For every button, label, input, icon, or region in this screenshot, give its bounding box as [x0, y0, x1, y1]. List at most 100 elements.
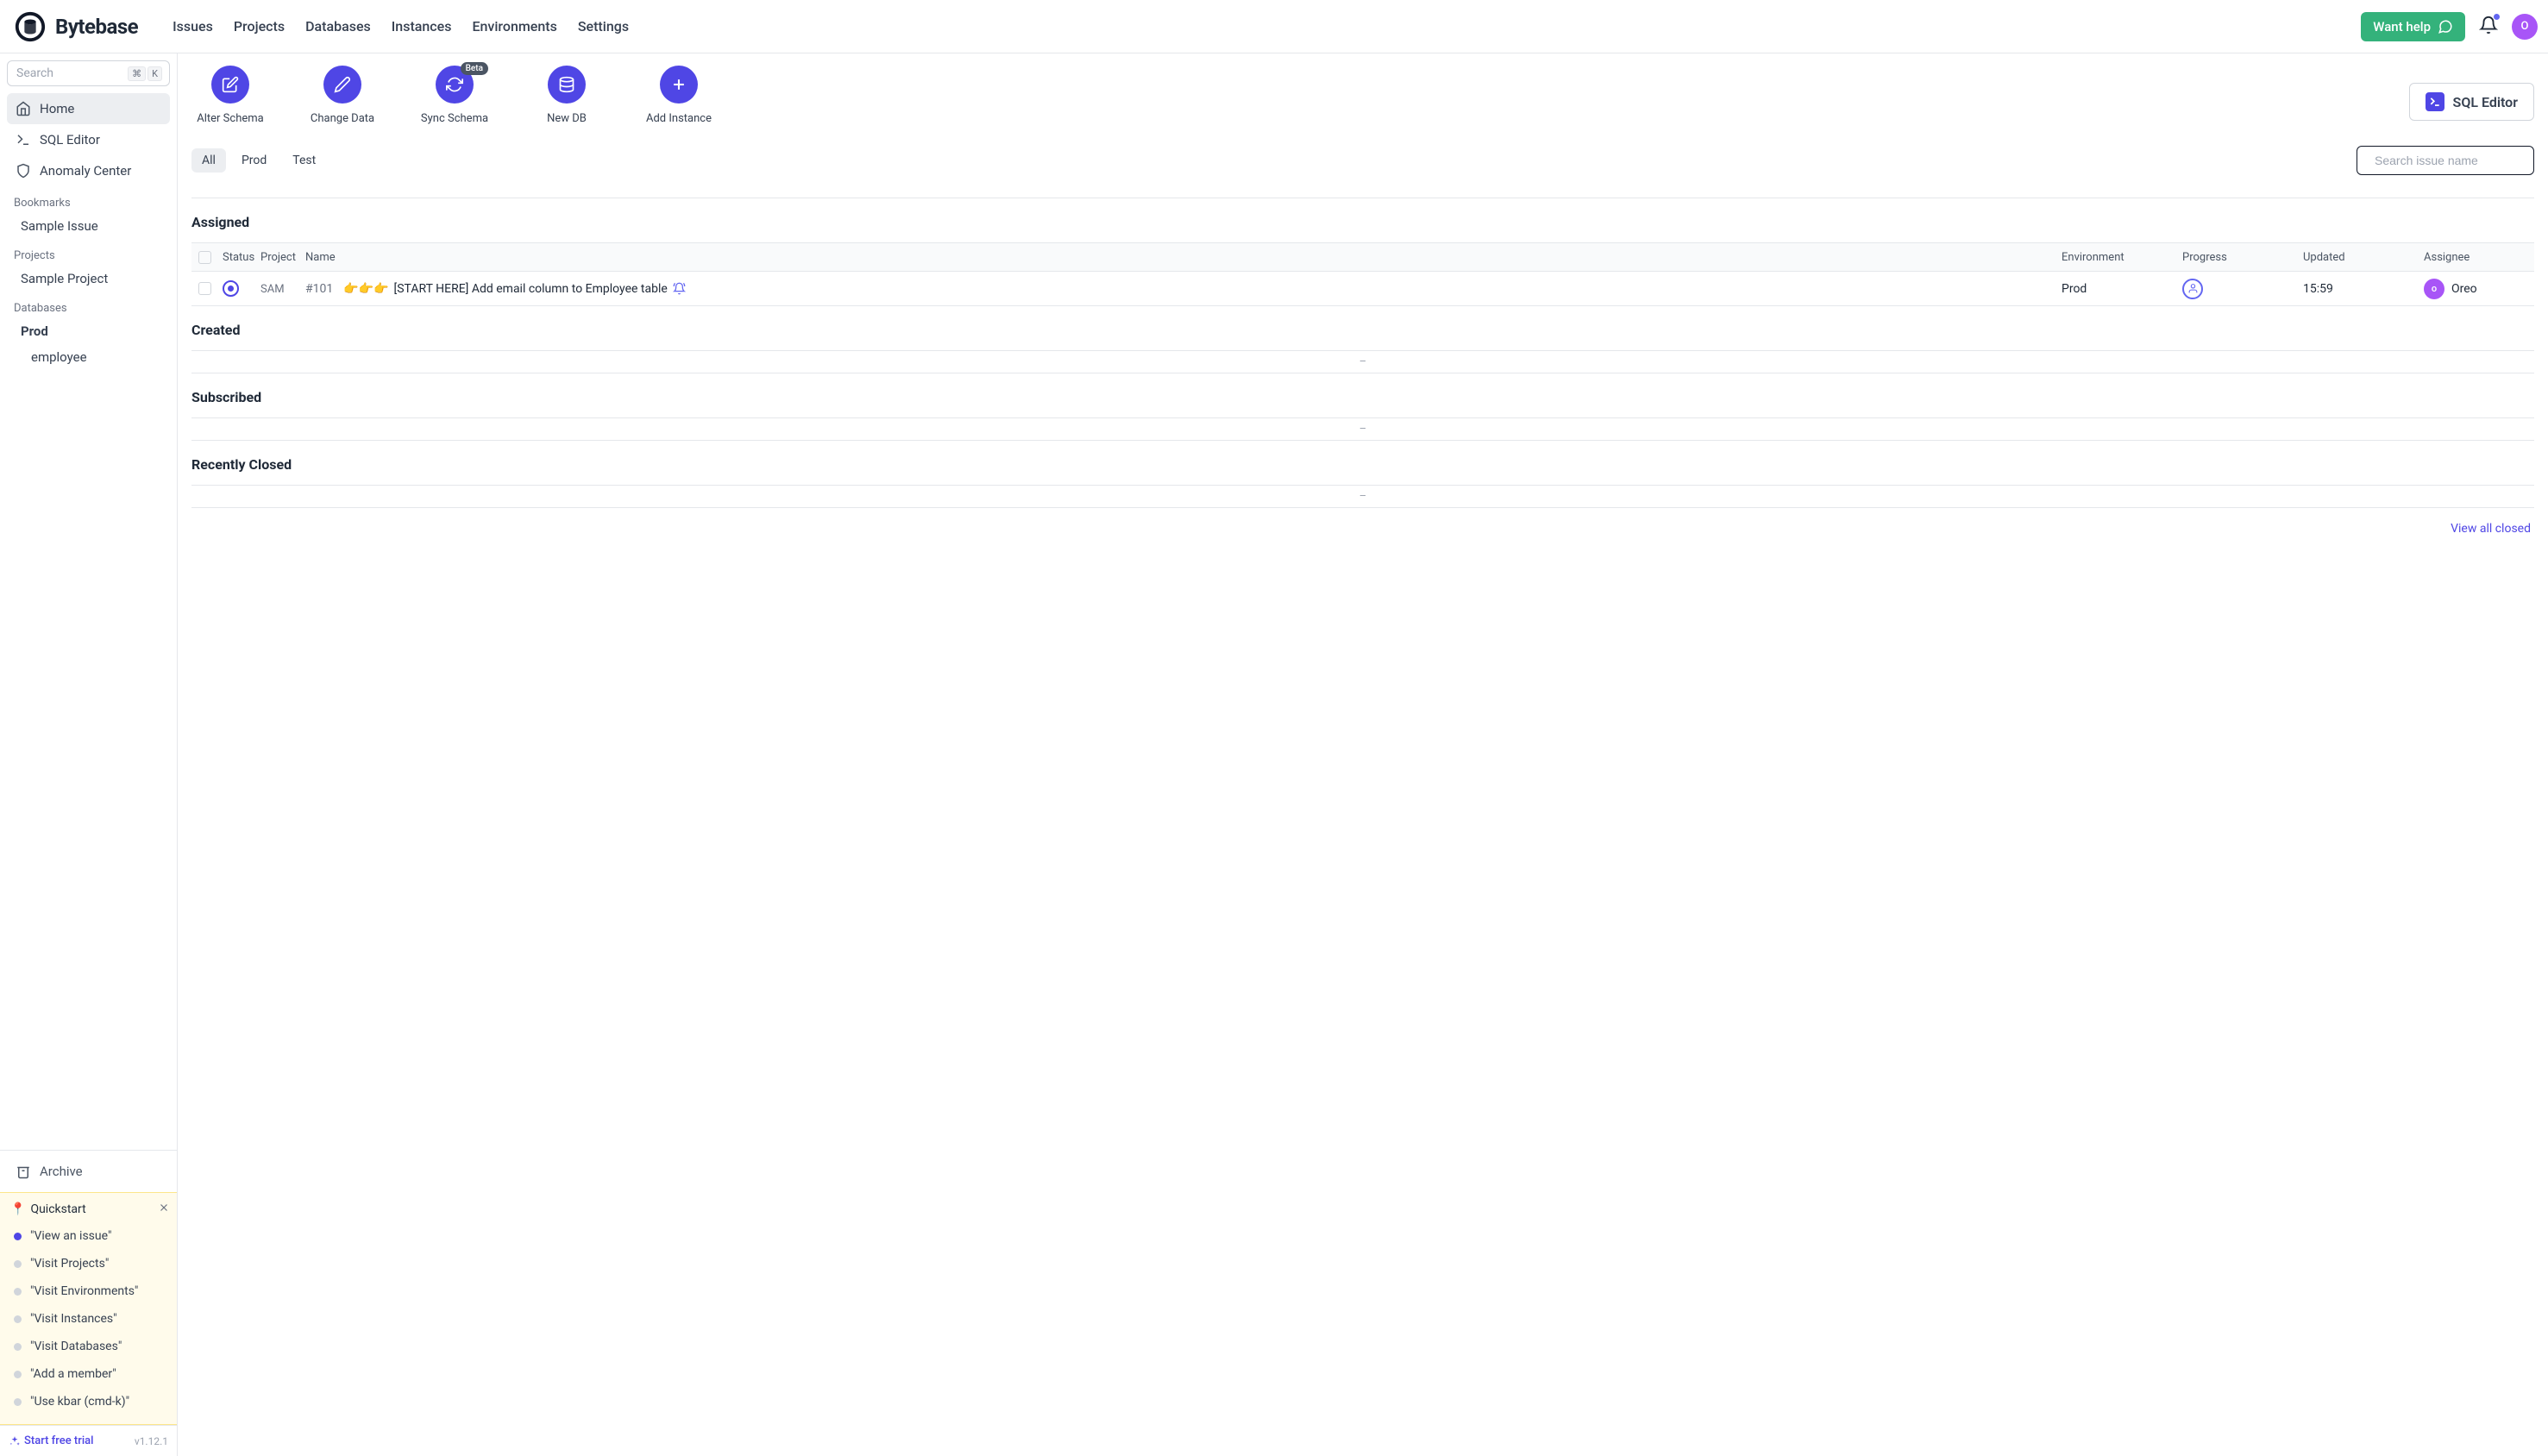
terminal-icon [2426, 92, 2444, 111]
shield-icon [16, 163, 31, 179]
sidebar-archive[interactable]: Archive [7, 1156, 170, 1187]
select-all-checkbox[interactable] [198, 251, 211, 264]
quickstart-view-issue[interactable]: "View an issue" [10, 1222, 170, 1250]
env-prod[interactable]: Prod [7, 318, 170, 344]
subscribed-heading: Subscribed [191, 373, 2534, 417]
projects-heading: Projects [7, 239, 170, 266]
plus-icon [670, 76, 687, 93]
issue-id: #101 [305, 282, 333, 296]
pin-icon: 📍 [10, 1202, 25, 1216]
home-icon [16, 101, 31, 116]
nav-environments[interactable]: Environments [472, 18, 556, 35]
sidebar-sql-editor-label: SQL Editor [40, 132, 100, 147]
sidebar-anomaly-center[interactable]: Anomaly Center [7, 155, 170, 186]
action-label: New DB [547, 112, 587, 125]
database-icon [558, 76, 575, 93]
sidebar-home-label: Home [40, 101, 74, 116]
assignee-name: Oreo [2451, 282, 2477, 296]
quickstart-add-member[interactable]: "Add a member" [10, 1360, 170, 1388]
quickstart-visit-environments[interactable]: "Visit Environments" [10, 1277, 170, 1305]
want-help-button[interactable]: Want help [2361, 12, 2465, 41]
databases-heading: Databases [7, 292, 170, 318]
close-icon [158, 1202, 170, 1214]
notifications-button[interactable] [2477, 14, 2500, 40]
db-employee[interactable]: employee [7, 344, 170, 370]
archive-icon [16, 1164, 31, 1179]
issue-emoji: 👉👉👉 [343, 282, 388, 296]
subscribed-empty: – [191, 418, 2534, 441]
beta-badge: Beta [461, 62, 488, 75]
issue-row[interactable]: SAM #101 👉👉👉 [START HERE] Add email colu… [191, 272, 2534, 306]
brand-name: Bytebase [55, 15, 138, 39]
quickstart-dot [14, 1260, 22, 1268]
col-status: Status [223, 251, 260, 264]
row-checkbox[interactable] [198, 282, 211, 295]
quickstart-dot [14, 1371, 22, 1378]
quickstart-item-label: "Visit Databases" [30, 1340, 122, 1353]
action-sync-schema[interactable]: Beta Sync Schema [416, 66, 493, 125]
brand-logo[interactable]: Bytebase [14, 10, 138, 43]
action-add-instance[interactable]: Add Instance [640, 66, 718, 125]
quickstart-dot [14, 1343, 22, 1351]
issue-search-input[interactable] [2375, 154, 2531, 167]
quickstart-item-label: "Use kbar (cmd-k)" [30, 1395, 129, 1409]
status-open-icon [223, 280, 239, 297]
bytebase-logo-icon [14, 10, 47, 43]
pencil-icon [334, 76, 351, 93]
nav-instances[interactable]: Instances [392, 18, 452, 35]
view-all-closed-link[interactable]: View all closed [191, 508, 2534, 536]
global-search-trigger[interactable]: Search ⌘ K [7, 60, 170, 86]
start-free-trial-link[interactable]: Start free trial [9, 1434, 93, 1447]
col-upd: Updated [2303, 251, 2424, 264]
kbd-cmd: ⌘ [128, 66, 146, 81]
bookmark-sample-issue[interactable]: Sample Issue [7, 213, 170, 239]
quickstart-visit-instances[interactable]: "Visit Instances" [10, 1305, 170, 1333]
sidebar-sql-editor[interactable]: SQL Editor [7, 124, 170, 155]
sql-editor-label: SQL Editor [2453, 94, 2518, 110]
nav-projects[interactable]: Projects [234, 18, 285, 35]
quickstart-visit-projects[interactable]: "Visit Projects" [10, 1250, 170, 1277]
kbd-k: K [147, 66, 162, 81]
quickstart-visit-databases[interactable]: "Visit Databases" [10, 1333, 170, 1360]
env-tabs: All Prod Test [191, 148, 326, 173]
main-content: Alter Schema Change Data Beta Sync Schem… [178, 53, 2548, 1456]
quickstart-dot [14, 1288, 22, 1296]
col-prog: Progress [2182, 251, 2303, 264]
row-updated: 15:59 [2303, 282, 2333, 296]
tab-prod[interactable]: Prod [231, 148, 277, 173]
search-placeholder: Search [16, 66, 53, 80]
table-header: Status Project Name Environment Progress… [191, 242, 2534, 272]
closed-heading: Recently Closed [191, 441, 2534, 485]
action-change-data[interactable]: Change Data [304, 66, 381, 125]
quickstart-item-label: "Visit Environments" [30, 1284, 138, 1298]
quickstart-item-label: "Visit Projects" [30, 1257, 109, 1271]
action-new-db[interactable]: New DB [528, 66, 606, 125]
col-env: Environment [2062, 251, 2182, 264]
action-alter-schema[interactable]: Alter Schema [191, 66, 269, 125]
nav-settings[interactable]: Settings [578, 18, 629, 35]
quickstart-dot [14, 1398, 22, 1406]
user-avatar[interactable]: O [2512, 14, 2538, 40]
tab-all[interactable]: All [191, 148, 226, 173]
project-sample-project[interactable]: Sample Project [7, 266, 170, 292]
created-heading: Created [191, 306, 2534, 350]
issue-search[interactable] [2357, 146, 2534, 175]
closed-empty: – [191, 486, 2534, 508]
quickstart-item-label: "Visit Instances" [30, 1312, 117, 1326]
nav-databases[interactable]: Databases [305, 18, 371, 35]
trial-label: Start free trial [24, 1434, 93, 1447]
action-label: Add Instance [646, 112, 712, 125]
top-nav: Issues Projects Databases Instances Envi… [173, 18, 629, 35]
sidebar-home[interactable]: Home [7, 93, 170, 124]
search-kbd-hint: ⌘ K [128, 66, 162, 81]
quickstart-close-button[interactable] [158, 1202, 170, 1217]
tab-test[interactable]: Test [282, 148, 326, 173]
sql-editor-button[interactable]: SQL Editor [2409, 83, 2534, 121]
terminal-icon [16, 132, 31, 147]
quickstart-dot [14, 1315, 22, 1323]
nav-issues[interactable]: Issues [173, 18, 213, 35]
col-assn: Assignee [2424, 251, 2527, 264]
quickstart-panel: 📍 Quickstart "View an issue" "Visit Proj… [0, 1192, 177, 1425]
edit-square-icon [222, 76, 239, 93]
quickstart-use-kbar[interactable]: "Use kbar (cmd-k)" [10, 1388, 170, 1415]
